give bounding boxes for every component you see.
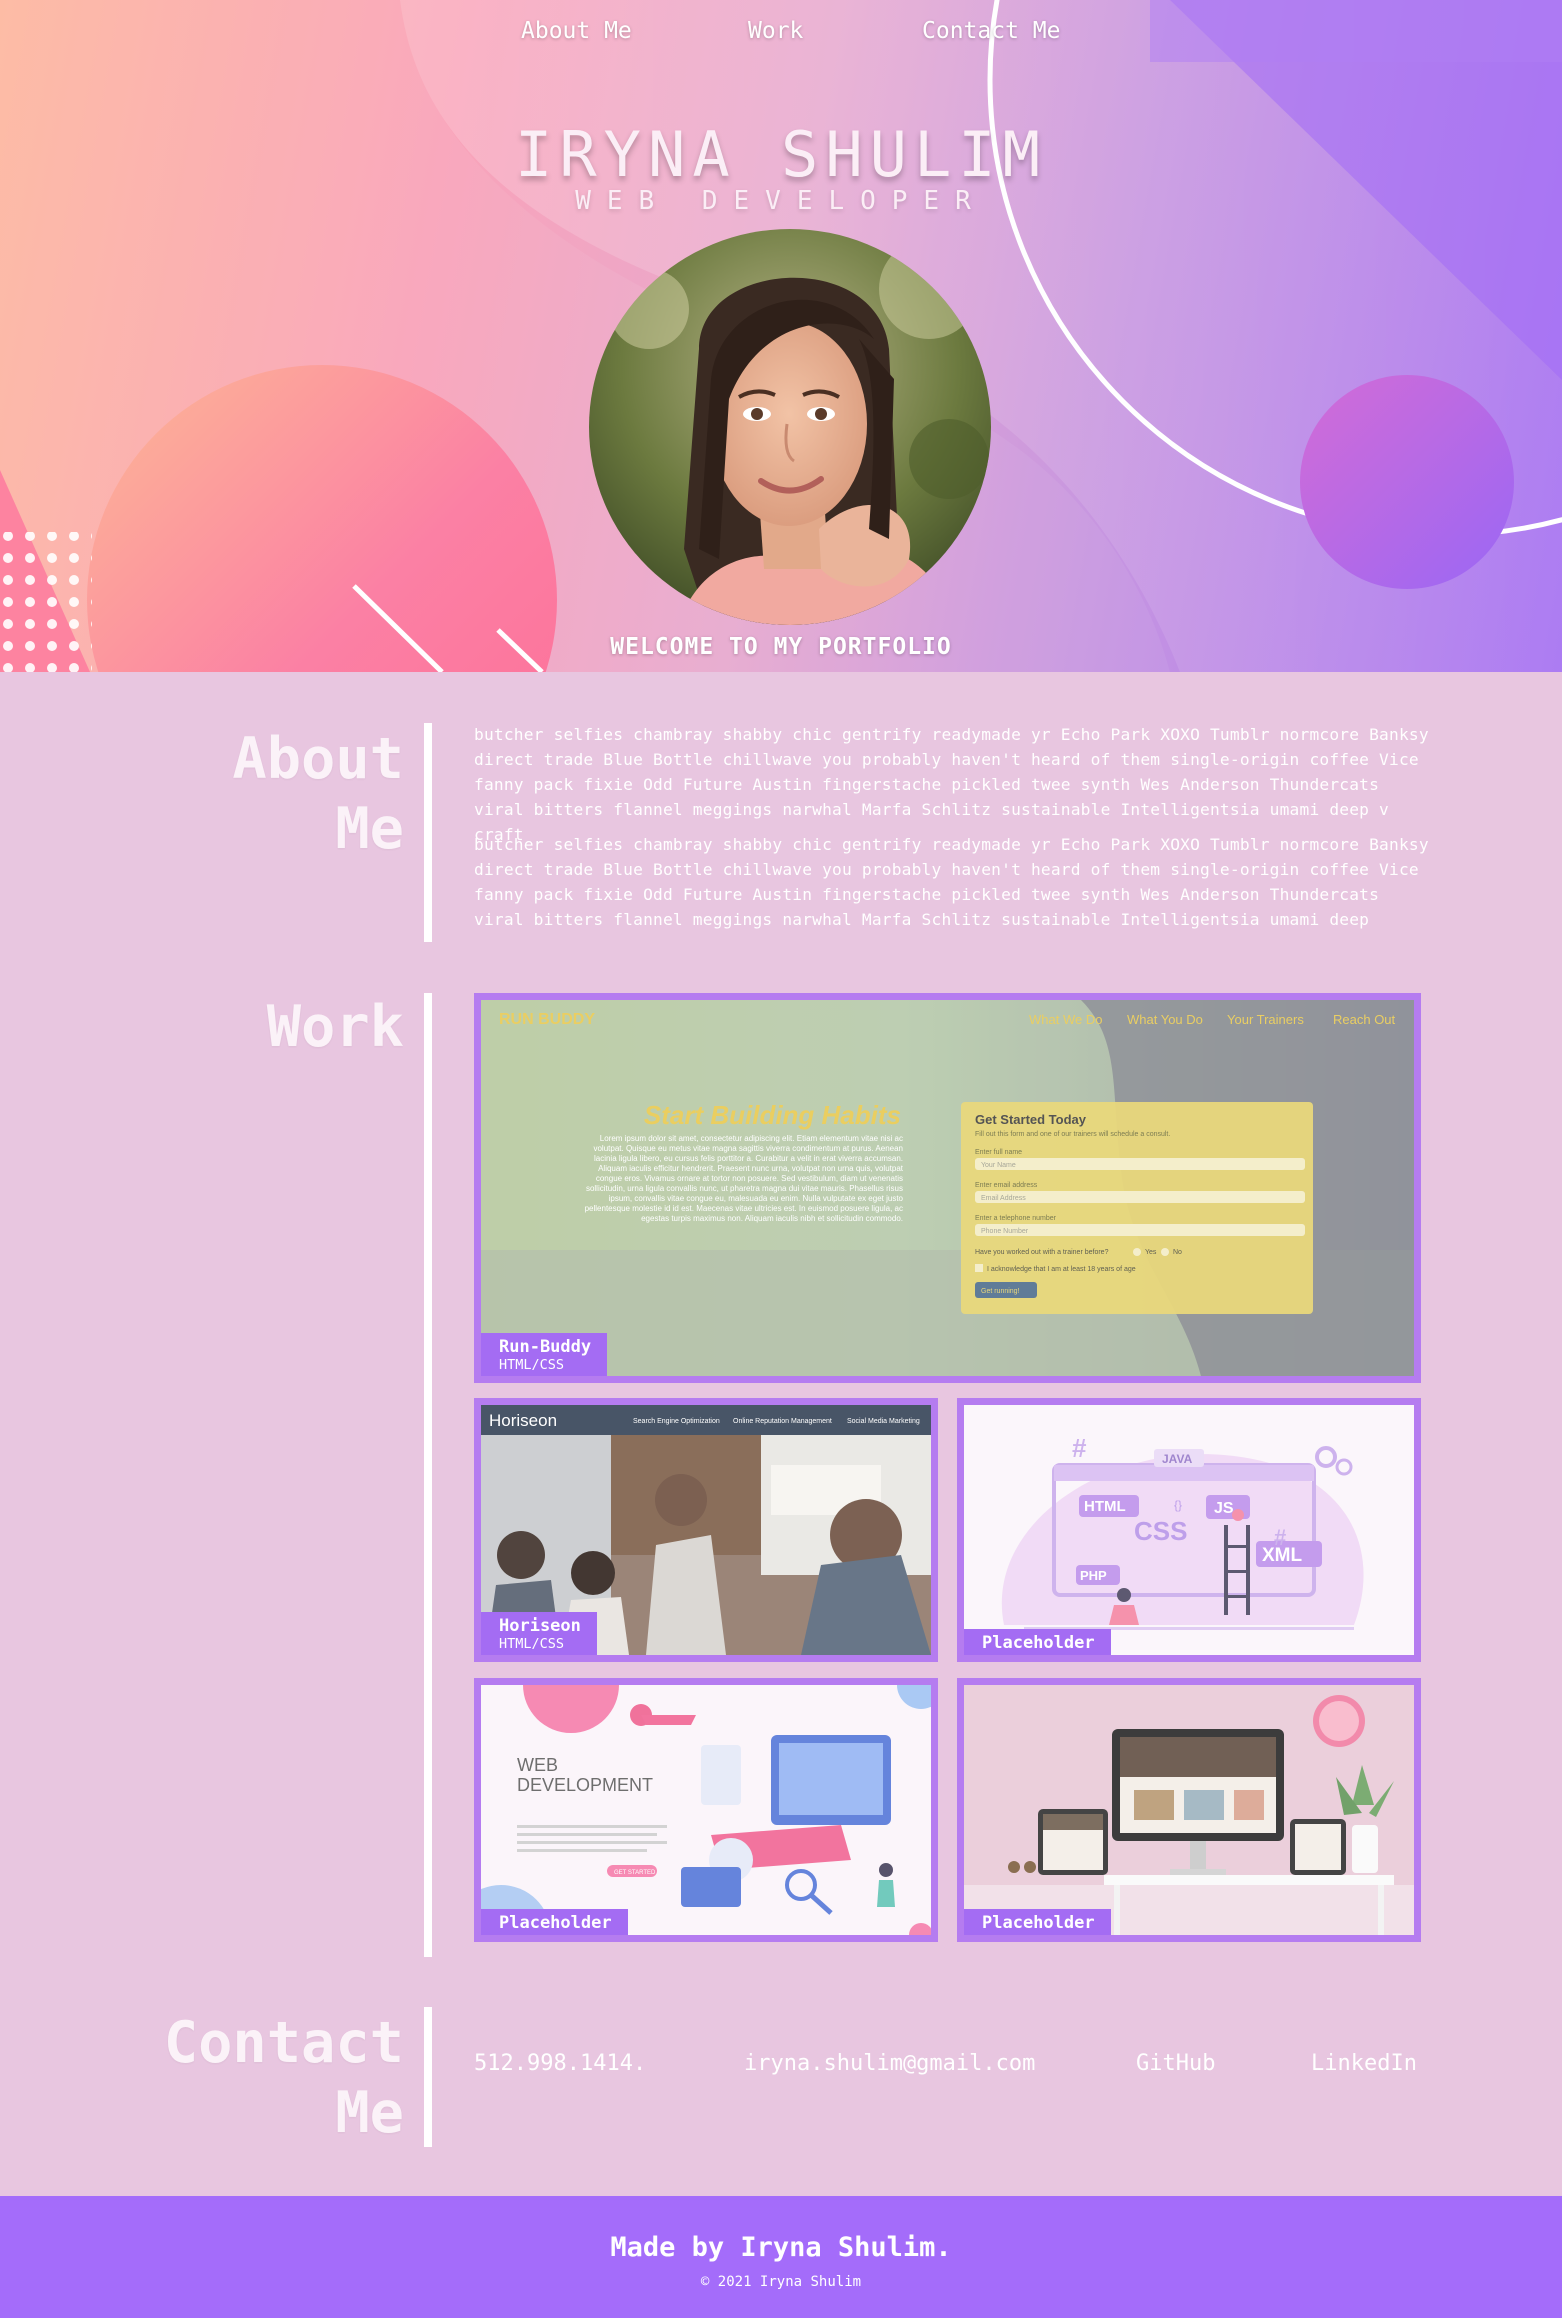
run-buddy-tech: HTML/CSS (499, 1357, 565, 1373)
footer-made-by: Made by Iryna Shulim. (610, 2232, 952, 2263)
horiseon-tech: HTML/CSS (499, 1636, 565, 1652)
contact-divider (424, 2007, 432, 2147)
project-card-placeholder-2[interactable]: WEB DEVELOPMENT GET STARTED Placeholder (474, 1678, 938, 1942)
placeholder-1-name: Placeholder (982, 1633, 1095, 1653)
run-buddy-label: Run-Buddy HTML/CSS (481, 1333, 608, 1376)
welcome-text: WELCOME TO MY PORTFOLIO (610, 634, 952, 660)
code-illustration: HTML CSS JS {} JAVA XML PHP # # (964, 1405, 1414, 1655)
profile-photo (589, 229, 991, 625)
contact-email-link[interactable]: iryna.shulim@gmail.com (744, 2051, 1035, 2076)
horiseon-label: Horiseon HTML/CSS (481, 1612, 597, 1655)
about-paragraph-1: butcher selfies chambray shabby chic gen… (474, 725, 1429, 844)
placeholder-3-label: Placeholder (964, 1909, 1111, 1935)
horiseon-name: Horiseon (499, 1616, 581, 1636)
top-nav: About Me Work Contact Me (0, 18, 1562, 58)
run-buddy-screenshot: RUN BUDDY What We Do What You Do Your Tr… (481, 1000, 1414, 1376)
placeholder-3-name: Placeholder (982, 1913, 1095, 1933)
contact-heading-line2: Me (335, 2080, 404, 2146)
contact-heading: Contact Me (24, 2008, 404, 2148)
project-card-run-buddy[interactable]: RUN BUDDY What We Do What You Do Your Tr… (474, 993, 1421, 1383)
nav-link-about[interactable]: About Me (521, 18, 632, 44)
about-heading: About Me (24, 724, 404, 864)
about-divider (424, 723, 432, 942)
about-heading-line2: Me (335, 796, 404, 862)
responsive-devices-photo (964, 1685, 1414, 1935)
work-heading: Work (266, 994, 404, 1060)
run-buddy-name: Run-Buddy (499, 1337, 592, 1357)
project-card-placeholder-3[interactable]: Placeholder (957, 1678, 1421, 1942)
hero-section: About Me Work Contact Me IRYNA SHULIM WE… (0, 0, 1562, 672)
project-card-placeholder-1[interactable]: HTML CSS JS {} JAVA XML PHP # # Placehol… (957, 1398, 1421, 1662)
contact-linkedin-link[interactable]: LinkedIn (1311, 2051, 1417, 2076)
placeholder-2-name: Placeholder (499, 1913, 612, 1933)
nav-link-work[interactable]: Work (748, 18, 803, 44)
contact-phone[interactable]: 512.998.1414. (474, 2051, 646, 2076)
page-footer: Made by Iryna Shulim. © 2021 Iryna Shuli… (0, 2196, 1562, 2318)
hero-name: IRYNA SHULIM (515, 118, 1047, 191)
nav-link-contact[interactable]: Contact Me (922, 18, 1060, 44)
contact-github-link[interactable]: GitHub (1136, 2051, 1215, 2076)
work-divider (424, 993, 432, 1957)
placeholder-1-label: Placeholder (964, 1629, 1111, 1655)
project-card-horiseon[interactable]: Horiseon Search Engine Optimization Onli… (474, 1398, 938, 1662)
about-heading-line1: About (232, 726, 404, 792)
web-development-illustration: WEB DEVELOPMENT GET STARTED (481, 1685, 931, 1935)
contact-heading-line1: Contact (163, 2010, 404, 2076)
footer-copyright: © 2021 Iryna Shulim (700, 2274, 862, 2290)
hero-role: WEB DEVELOPER (575, 186, 987, 216)
about-paragraph-2: butcher selfies chambray shabby chic gen… (474, 835, 1429, 929)
placeholder-2-label: Placeholder (481, 1909, 628, 1935)
